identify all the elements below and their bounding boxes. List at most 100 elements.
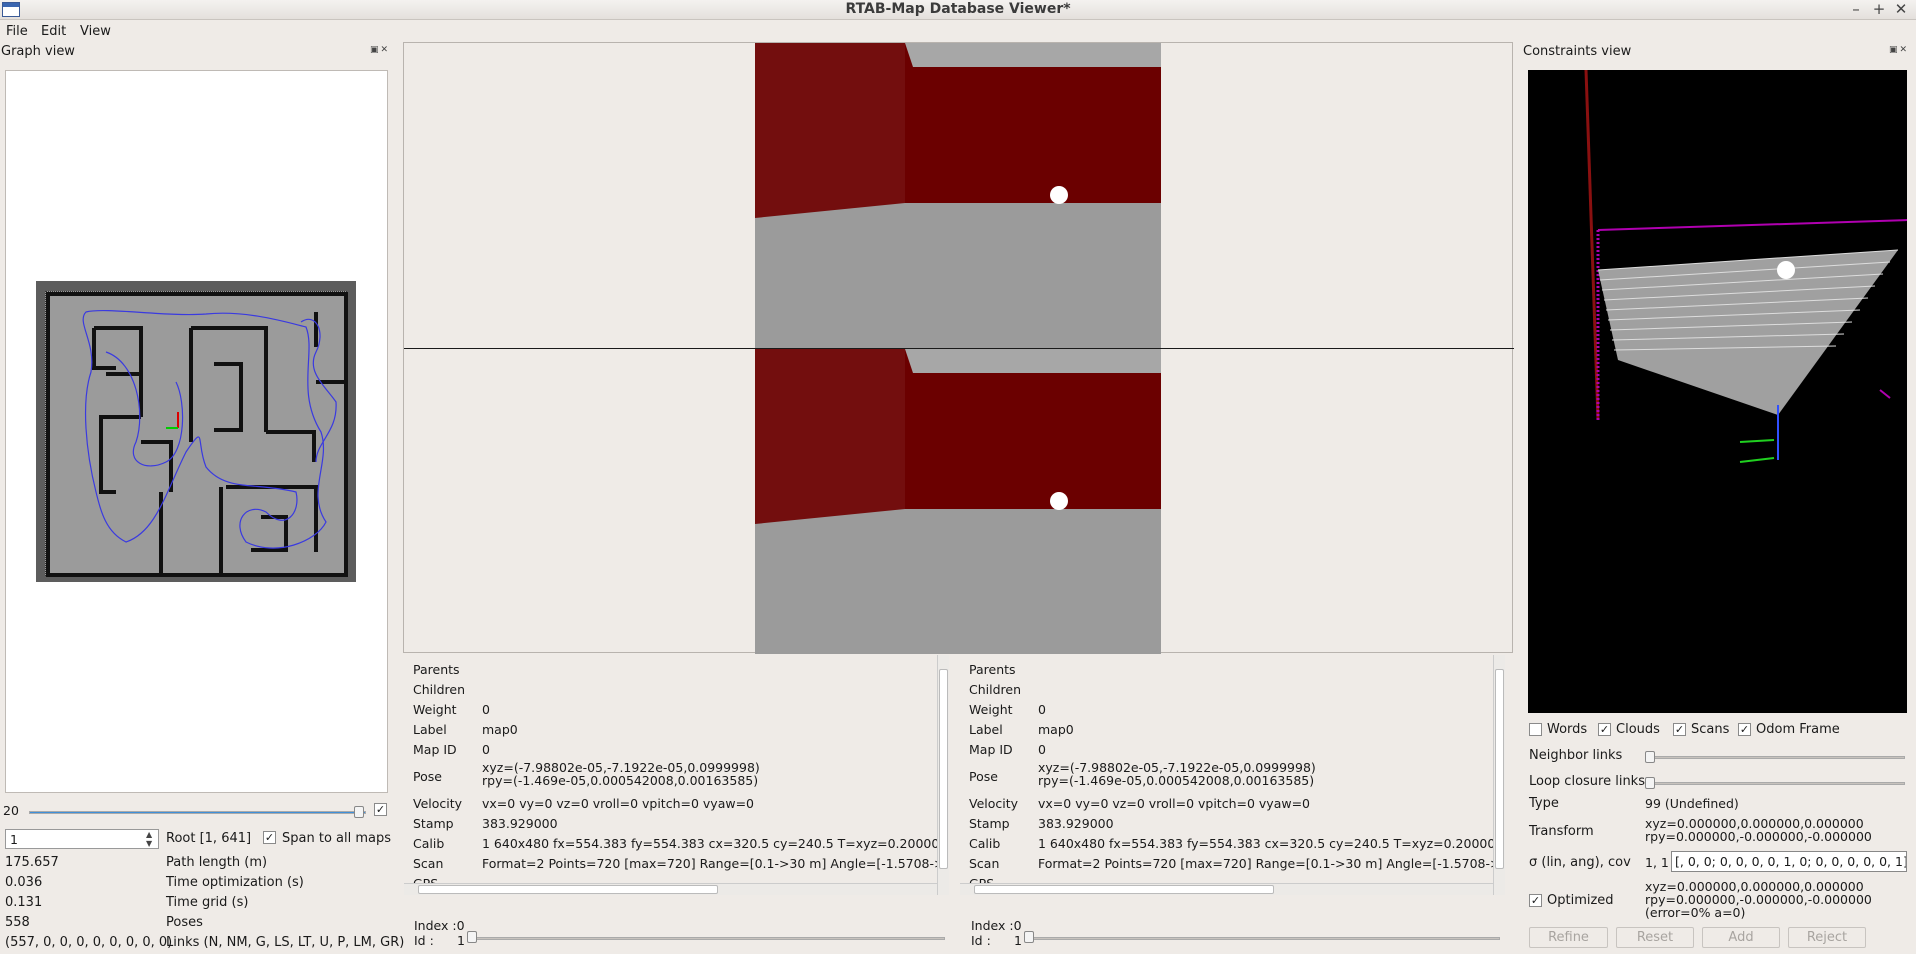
loop-closure-slider[interactable] [1647, 782, 1905, 785]
stamp-value: 383.929000 [1038, 816, 1114, 831]
calib-label: Calib [969, 836, 1001, 851]
info-vscroll[interactable] [1493, 655, 1505, 895]
scan-value: Format=2 Points=720 [max=720] Range=[0.1… [1038, 856, 1493, 871]
graph-slider[interactable] [29, 811, 366, 814]
weight-value: 0 [482, 702, 490, 717]
constraints-view-title: Constraints view [1523, 44, 1632, 59]
index-label: Index :0 [971, 918, 1022, 933]
calib-value: 1 640x480 fx=554.383 fy=554.383 cx=320.5… [482, 836, 937, 851]
maximize-icon[interactable]: + [1869, 0, 1889, 18]
info-panel-a: Parents Children Weight 0 Label map0 Map I… [404, 655, 949, 895]
label-value: map0 [482, 722, 518, 737]
menu-bar: File Edit View [0, 21, 1916, 41]
info-panel-b: Parents Children Weight 0 Label map0 Map I… [960, 655, 1505, 895]
stamp-label: Stamp [413, 816, 454, 831]
stat-label: Time optimization (s) [166, 875, 304, 890]
odom-frame-label: Odom Frame [1756, 722, 1840, 737]
sigma-value: 1, 1 [1645, 855, 1669, 870]
parents-label: Parents [413, 662, 460, 677]
optimized-label: Optimized [1547, 893, 1614, 908]
span-maps-checkbox[interactable]: ✓ [263, 831, 276, 844]
menu-file[interactable]: File [6, 24, 28, 39]
loop-closure-handle[interactable] [1645, 777, 1655, 789]
clouds-checkbox[interactable]: ✓ [1598, 723, 1611, 736]
id-value: 1 [1014, 933, 1022, 948]
title-bar: RTAB-Map Database Viewer* – + ✕ [0, 0, 1916, 20]
calib-value: 1 640x480 fx=554.383 fy=554.383 cx=320.5… [1038, 836, 1493, 851]
root-spinbox[interactable]: 1 [5, 829, 159, 849]
sigma-label: σ (lin, ang), cov [1529, 855, 1631, 870]
stat-label: Path length (m) [166, 855, 268, 870]
clouds-label: Clouds [1616, 722, 1660, 737]
odom-frame-checkbox[interactable]: ✓ [1738, 723, 1751, 736]
pose-rpy: rpy=(-1.469e-05,0.000542008,0.00163585) [1038, 773, 1315, 788]
occupancy-grid-map [36, 281, 356, 582]
scans-checkbox[interactable]: ✓ [1673, 723, 1686, 736]
pose-label: Pose [413, 769, 442, 784]
label-label: Label [413, 722, 447, 737]
neighbor-links-slider[interactable] [1647, 756, 1905, 759]
weight-label: Weight [413, 702, 457, 717]
words-checkbox[interactable] [1529, 723, 1542, 736]
graph-dock-buttons[interactable]: ▣✕ [370, 45, 390, 55]
mapid-value: 0 [482, 742, 490, 757]
menu-edit[interactable]: Edit [41, 24, 66, 39]
scans-label: Scans [1691, 722, 1730, 737]
menu-view[interactable]: View [80, 24, 111, 39]
scan-label: Scan [413, 856, 444, 871]
pose-label: Pose [969, 769, 998, 784]
index-slider-a[interactable] [470, 937, 945, 940]
neighbor-links-handle[interactable] [1645, 751, 1655, 763]
label-value: map0 [1038, 722, 1074, 737]
spinbox-arrows-icon[interactable]: ▲ ▼ [146, 830, 152, 848]
constraints-3d-view[interactable] [1528, 70, 1907, 713]
label-label: Label [969, 722, 1003, 737]
mapid-value: 0 [1038, 742, 1046, 757]
graph-slider-checkbox[interactable]: ✓ [374, 803, 387, 816]
type-value: 99 (Undefined) [1645, 796, 1739, 811]
add-button[interactable]: Add [1702, 927, 1780, 948]
info-hscroll[interactable] [404, 883, 937, 895]
mapid-label: Map ID [413, 742, 457, 757]
reset-button[interactable]: Reset [1616, 927, 1694, 948]
refine-button[interactable]: Refine [1529, 927, 1608, 948]
minimize-icon[interactable]: – [1846, 0, 1866, 18]
graph-view-canvas[interactable] [5, 70, 388, 793]
close-icon[interactable]: ✕ [1891, 0, 1911, 18]
words-label: Words [1547, 722, 1588, 737]
weight-value: 0 [1038, 702, 1046, 717]
span-maps-label: Span to all maps [282, 831, 392, 846]
scan-value: Format=2 Points=720 [max=720] Range=[0.1… [482, 856, 937, 871]
image-view-a[interactable] [755, 43, 1161, 348]
reject-button[interactable]: Reject [1788, 927, 1866, 948]
graph-slider-handle[interactable] [354, 806, 364, 818]
index-slider-b[interactable] [1027, 937, 1500, 940]
children-label: Children [413, 682, 466, 697]
stat-value: 0.131 [5, 895, 43, 910]
window-title: RTAB-Map Database Viewer* [845, 1, 1071, 17]
weight-label: Weight [969, 702, 1013, 717]
index-slider-a-handle[interactable] [467, 931, 477, 943]
optimized-checkbox[interactable]: ✓ [1529, 894, 1542, 907]
id-label: Id : [971, 933, 991, 948]
constraints-dock-buttons[interactable]: ▣✕ [1889, 45, 1909, 55]
info-hscroll[interactable] [960, 883, 1493, 895]
scan-label: Scan [969, 856, 1000, 871]
root-label: Root [1, 641] [166, 831, 252, 846]
loop-closure-links-label: Loop closure links [1529, 774, 1645, 789]
image-view-b[interactable] [755, 349, 1161, 654]
image-views [403, 42, 1514, 654]
index-slider-b-handle[interactable] [1024, 931, 1034, 943]
type-label: Type [1529, 796, 1559, 811]
id-label: Id : [414, 933, 434, 948]
covariance-field[interactable]: [, 0, 0; 0, 0, 0, 0, 1, 0; 0, 0, 0, 0, 0… [1671, 851, 1907, 872]
stat-label: Time grid (s) [166, 895, 249, 910]
stat-value: 175.657 [5, 855, 59, 870]
stamp-label: Stamp [969, 816, 1010, 831]
index-label: Index :0 [414, 918, 465, 933]
optimized-error: (error=0% a=0) [1645, 905, 1746, 920]
stat-value: 0.036 [5, 875, 43, 890]
stat-label: Poses [166, 915, 203, 930]
info-vscroll[interactable] [937, 655, 949, 895]
neighbor-links-label: Neighbor links [1529, 748, 1623, 763]
